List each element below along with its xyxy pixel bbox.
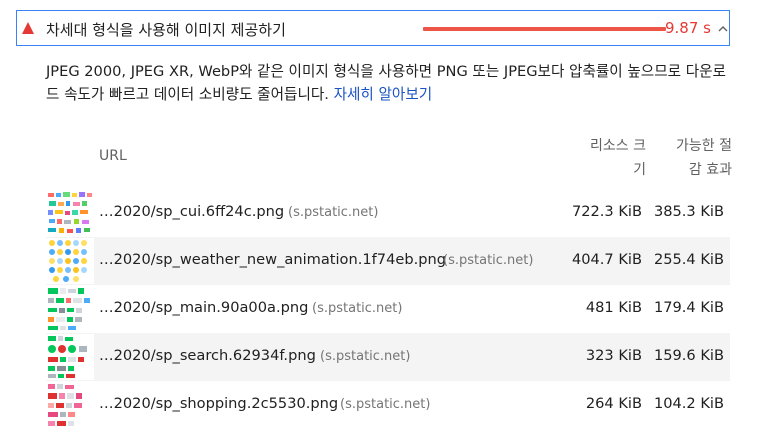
resource-url[interactable]: …2020/sp_search.62934f.png bbox=[99, 347, 316, 364]
savings-bar bbox=[423, 27, 666, 31]
table-row: …2020/sp_main.90a00a.png (s.pstatic.net)… bbox=[46, 285, 730, 333]
resource-url[interactable]: …2020/sp_weather_new_animation.1f74eb.pn… bbox=[99, 251, 446, 268]
resource-size: 264 KiB bbox=[585, 395, 642, 412]
potential-savings: 179.4 KiB bbox=[653, 299, 724, 316]
column-header-resource-size-line2: 기 bbox=[633, 162, 646, 178]
image-thumbnail bbox=[46, 190, 94, 236]
image-thumbnail bbox=[46, 382, 94, 426]
resource-size: 323 KiB bbox=[585, 347, 642, 364]
resource-host: (s.pstatic.net) bbox=[320, 349, 411, 364]
resource-host: (s.pstatic.net) bbox=[340, 397, 431, 412]
resource-size: 404.7 KiB bbox=[571, 251, 642, 268]
audit-title: 차세대 형식을 사용해 이미지 제공하기 bbox=[46, 21, 286, 39]
resource-url[interactable]: …2020/sp_cui.6ff24c.png bbox=[99, 203, 284, 220]
column-header-url[interactable]: URL bbox=[99, 148, 127, 164]
chevron-up-icon[interactable] bbox=[717, 23, 729, 35]
table-row: …2020/sp_search.62934f.png (s.pstatic.ne… bbox=[46, 333, 730, 381]
column-header-savings-line2: 감 효과 bbox=[688, 162, 732, 178]
potential-savings: 159.6 KiB bbox=[653, 347, 724, 364]
image-thumbnail bbox=[46, 238, 94, 284]
table-row: …2020/sp_weather_new_animation.1f74eb.pn… bbox=[46, 237, 730, 285]
fail-triangle-icon bbox=[22, 22, 34, 34]
table-row: …2020/sp_shopping.2c5530.png (s.pstatic.… bbox=[46, 381, 730, 426]
resource-url[interactable]: …2020/sp_shopping.2c5530.png bbox=[99, 395, 338, 412]
potential-savings: 255.4 KiB bbox=[653, 251, 724, 268]
resource-host: (s.pstatic.net) bbox=[288, 205, 379, 220]
column-header-resource-size-line1: 리소스 크 bbox=[590, 138, 646, 154]
image-thumbnail bbox=[46, 334, 94, 380]
column-header-savings-line1: 가능한 절 bbox=[676, 138, 732, 154]
audit-description: JPEG 2000, JPEG XR, WebP와 같은 이미지 형식을 사용하… bbox=[46, 60, 736, 106]
potential-savings: 104.2 KiB bbox=[653, 395, 724, 412]
audit-header[interactable]: 차세대 형식을 사용해 이미지 제공하기 9.87 s bbox=[16, 10, 730, 46]
resource-size: 481 KiB bbox=[585, 299, 642, 316]
column-header-potential-savings[interactable]: 가능한 절 감 효과 bbox=[652, 134, 732, 182]
resource-url[interactable]: …2020/sp_main.90a00a.png bbox=[99, 299, 308, 316]
table-row: …2020/sp_cui.6ff24c.png (s.pstatic.net) … bbox=[46, 189, 730, 237]
image-thumbnail bbox=[46, 286, 94, 332]
resource-host: (s.pstatic.net) bbox=[312, 301, 403, 316]
resource-size: 722.3 KiB bbox=[571, 203, 642, 220]
resource-host: (s.pstatic.net) bbox=[443, 253, 534, 268]
savings-value: 9.87 s bbox=[665, 19, 711, 37]
potential-savings: 385.3 KiB bbox=[653, 203, 724, 220]
column-header-resource-size[interactable]: 리소스 크 기 bbox=[552, 134, 646, 182]
learn-more-link[interactable]: 자세히 알아보기 bbox=[334, 86, 433, 103]
